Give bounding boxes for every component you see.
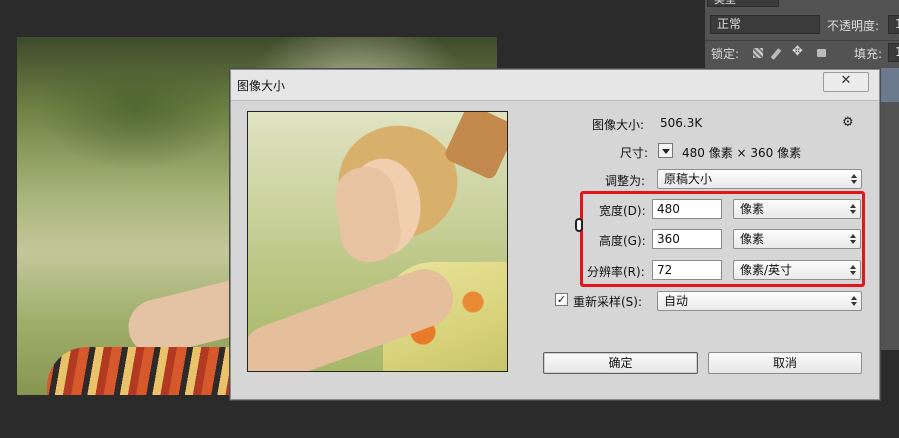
- ok-button[interactable]: 确定: [543, 352, 698, 374]
- layer-filter-label: 类型: [714, 0, 736, 6]
- blend-mode-select[interactable]: 正常: [710, 15, 820, 34]
- lock-icon[interactable]: [817, 49, 826, 57]
- preview-headband: [442, 112, 507, 181]
- resample-label: 重新采样(S):: [573, 295, 643, 309]
- height-unit-value: 像素: [740, 232, 765, 246]
- resolution-input[interactable]: 72: [652, 260, 722, 280]
- close-icon: ✕: [840, 73, 852, 88]
- fit-to-select[interactable]: 原稿大小: [657, 169, 862, 189]
- chevron-updown-icon: [850, 232, 856, 246]
- width-label: 宽度(D):: [599, 204, 646, 218]
- dialog-title: 图像大小: [237, 79, 286, 93]
- image-size-dialog: 图像大小 ✕ 图像大小: 506.3K ⚙ 尺寸: 480 像素 × 360 像…: [230, 69, 880, 400]
- width-unit-value: 像素: [740, 202, 765, 216]
- lock-label: 锁定:: [711, 47, 740, 61]
- checkbox-check-icon: ✓: [556, 293, 567, 306]
- gear-icon[interactable]: ⚙: [842, 115, 854, 130]
- opacity-value: 1: [895, 17, 899, 31]
- fit-to-value: 原稿大小: [664, 172, 713, 186]
- chevron-updown-icon: [850, 202, 856, 216]
- width-value: 480: [657, 202, 680, 216]
- blend-mode-value: 正常: [717, 17, 742, 31]
- width-unit-select[interactable]: 像素: [733, 199, 861, 219]
- dialog-titlebar[interactable]: 图像大小 ✕: [231, 70, 879, 101]
- transparency-lock-icon[interactable]: [753, 48, 763, 58]
- width-input[interactable]: 480: [652, 199, 722, 219]
- image-size-label: 图像大小:: [592, 118, 645, 132]
- height-input[interactable]: 360: [652, 229, 722, 249]
- resample-value: 自动: [664, 294, 689, 308]
- resample-select[interactable]: 自动: [657, 291, 862, 311]
- resolution-unit-select[interactable]: 像素/英寸: [733, 260, 861, 280]
- ok-label: 确定: [608, 356, 633, 370]
- opacity-input[interactable]: 1: [888, 15, 899, 34]
- panel-divider: [705, 40, 899, 41]
- opacity-label: 不透明度:: [827, 19, 880, 33]
- image-preview[interactable]: [247, 111, 508, 372]
- chevron-updown-icon: [851, 294, 857, 308]
- fit-to-label: 调整为:: [605, 174, 646, 188]
- preview-hand: [331, 163, 405, 266]
- layer-filter-select[interactable]: 类型: [707, 0, 779, 7]
- image-size-value: 506.3K: [660, 116, 703, 130]
- dimensions-label: 尺寸:: [620, 146, 649, 160]
- resolution-unit-value: 像素/英寸: [740, 263, 793, 277]
- fill-input[interactable]: 10: [888, 43, 899, 62]
- cancel-label: 取消: [772, 356, 797, 370]
- height-unit-select[interactable]: 像素: [733, 229, 861, 249]
- cancel-button[interactable]: 取消: [708, 352, 862, 374]
- close-button[interactable]: ✕: [823, 72, 869, 92]
- chevron-updown-icon: [850, 263, 856, 277]
- fill-value: 10: [895, 45, 899, 59]
- move-icon[interactable]: ✥: [792, 44, 803, 59]
- fill-label: 填充:: [854, 47, 883, 61]
- chain-link-icon[interactable]: [575, 218, 583, 232]
- resolution-value: 72: [657, 263, 673, 277]
- dropdown-arrow-icon[interactable]: [658, 143, 673, 158]
- brush-icon[interactable]: [770, 48, 782, 60]
- height-value: 360: [657, 232, 680, 246]
- resolution-label: 分辨率(R):: [587, 265, 645, 279]
- dimensions-value: 480 像素 × 360 像素: [682, 146, 802, 160]
- height-label: 高度(G):: [599, 234, 646, 248]
- chevron-updown-icon: [851, 172, 857, 186]
- resample-checkbox[interactable]: ✓: [555, 293, 568, 306]
